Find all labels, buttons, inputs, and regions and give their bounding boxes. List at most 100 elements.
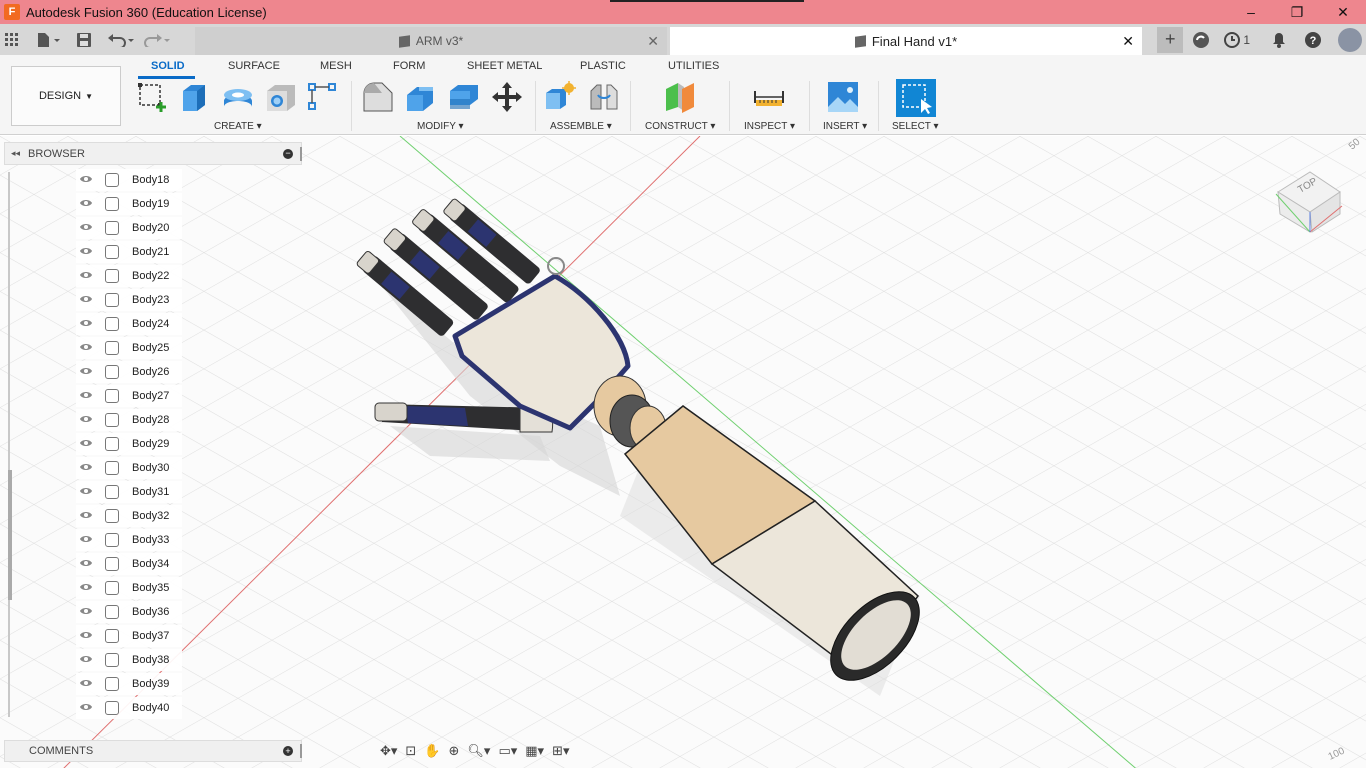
close-button[interactable]: ✕ [1320, 0, 1366, 24]
create-group-label[interactable]: CREATE ▾ [214, 121, 262, 132]
browser-item-body[interactable]: Body25 [76, 337, 182, 359]
visibility-eye-icon[interactable] [79, 365, 97, 379]
browser-scroll-track[interactable] [8, 172, 10, 717]
visibility-eye-icon[interactable] [79, 557, 97, 571]
insert-group-label[interactable]: INSERT ▾ [823, 121, 867, 132]
extensions-icon[interactable] [1192, 31, 1210, 49]
job-status-icon[interactable]: 1 [1224, 31, 1250, 48]
visibility-eye-icon[interactable] [79, 605, 97, 619]
minimize-button[interactable]: – [1228, 0, 1274, 24]
new-tab-button[interactable]: + [1157, 26, 1184, 53]
workspace-switcher[interactable]: DESIGN ▼ [11, 66, 121, 126]
visibility-eye-icon[interactable] [79, 533, 97, 547]
insert-canvas-button[interactable] [827, 81, 859, 113]
browser-item-body[interactable]: Body27 [76, 385, 182, 407]
visibility-eye-icon[interactable] [79, 461, 97, 475]
browser-item-body[interactable]: Body32 [76, 505, 182, 527]
tab-mesh[interactable]: MESH [320, 60, 352, 72]
modify-group-label[interactable]: MODIFY ▾ [417, 121, 464, 132]
visibility-eye-icon[interactable] [79, 293, 97, 307]
orbit-move-icon[interactable]: ✥▾ [380, 743, 397, 759]
tab-solid[interactable]: SOLID [151, 60, 185, 72]
fit-zoom-icon[interactable]: 🔍︎▾ [467, 743, 490, 759]
look-at-icon[interactable]: ⊡ [405, 743, 416, 759]
browser-item-body[interactable]: Body26 [76, 361, 182, 383]
visibility-eye-icon[interactable] [79, 677, 97, 691]
tab-plastic[interactable]: PLASTIC [580, 60, 626, 72]
zoom-icon[interactable]: ⊕ [449, 743, 460, 759]
visibility-eye-icon[interactable] [79, 701, 97, 715]
move-copy-button[interactable] [491, 81, 523, 113]
pan-hand-icon[interactable]: ✋ [424, 743, 440, 759]
select-button[interactable] [896, 79, 936, 117]
add-comment-icon[interactable]: + [283, 746, 293, 756]
visibility-eye-icon[interactable] [79, 269, 97, 283]
visibility-eye-icon[interactable] [79, 485, 97, 499]
browser-item-body[interactable]: Body37 [76, 625, 182, 647]
visibility-eye-icon[interactable] [79, 413, 97, 427]
visibility-eye-icon[interactable] [79, 389, 97, 403]
browser-minus-icon[interactable]: − [283, 148, 293, 159]
visibility-eye-icon[interactable] [79, 221, 97, 235]
browser-item-body[interactable]: Body31 [76, 481, 182, 503]
tab-utilities[interactable]: UTILITIES [668, 60, 719, 72]
fillet-button[interactable] [405, 81, 437, 113]
comments-panel-header[interactable]: COMMENTS + [4, 740, 302, 762]
tab-close-icon[interactable]: ✕ [1122, 33, 1134, 50]
browser-item-body[interactable]: Body38 [76, 649, 182, 671]
browser-item-body[interactable]: Body24 [76, 313, 182, 335]
construct-group-label[interactable]: CONSTRUCT ▾ [645, 121, 715, 132]
browser-item-body[interactable]: Body19 [76, 193, 182, 215]
canvas-viewport[interactable]: TOP 50 100 [0, 136, 1366, 768]
visibility-eye-icon[interactable] [79, 245, 97, 259]
grid-settings-icon[interactable]: ▦▾ [525, 743, 544, 759]
browser-item-body[interactable]: Body21 [76, 241, 182, 263]
browser-panel-header[interactable]: ◂◂ BROWSER − [4, 142, 302, 165]
browser-item-body[interactable]: Body30 [76, 457, 182, 479]
file-menu-icon[interactable] [32, 32, 68, 47]
assemble-group-label[interactable]: ASSEMBLE ▾ [550, 121, 612, 132]
visibility-eye-icon[interactable] [79, 341, 97, 355]
browser-item-body[interactable]: Body33 [76, 529, 182, 551]
joint-button[interactable] [588, 81, 620, 113]
tab-close-icon[interactable]: ✕ [647, 33, 659, 50]
visibility-eye-icon[interactable] [79, 581, 97, 595]
maximize-button[interactable]: ❐ [1274, 0, 1320, 24]
browser-item-body[interactable]: Body22 [76, 265, 182, 287]
tab-arm-v3[interactable]: ARM v3* ✕ [195, 27, 667, 55]
select-group-label[interactable]: SELECT ▾ [892, 121, 939, 132]
browser-item-body[interactable]: Body18 [76, 169, 182, 191]
visibility-eye-icon[interactable] [79, 653, 97, 667]
panel-grip-icon[interactable] [300, 744, 302, 758]
help-icon[interactable]: ? [1304, 31, 1322, 49]
browser-item-body[interactable]: Body28 [76, 409, 182, 431]
inspect-group-label[interactable]: INSPECT ▾ [744, 121, 795, 132]
visibility-eye-icon[interactable] [79, 629, 97, 643]
visibility-eye-icon[interactable] [79, 317, 97, 331]
save-icon[interactable] [72, 32, 96, 47]
pattern-button[interactable] [307, 81, 339, 113]
visibility-eye-icon[interactable] [79, 509, 97, 523]
user-avatar[interactable] [1338, 27, 1362, 52]
browser-item-body[interactable]: Body40 [76, 697, 182, 719]
visibility-eye-icon[interactable] [79, 197, 97, 211]
browser-item-body[interactable]: Body34 [76, 553, 182, 575]
hole-button[interactable] [265, 81, 297, 113]
tab-form[interactable]: FORM [393, 60, 425, 72]
collapse-panel-icon[interactable]: ◂◂ [11, 148, 20, 159]
revolve-button[interactable] [222, 81, 254, 113]
display-settings-icon[interactable]: ▭▾ [498, 743, 517, 759]
tab-sheet-metal[interactable]: SHEET METAL [467, 60, 542, 72]
panel-grip-icon[interactable] [300, 146, 302, 161]
undo-icon[interactable] [104, 33, 140, 47]
browser-item-body[interactable]: Body29 [76, 433, 182, 455]
browser-scroll-thumb[interactable] [8, 470, 12, 600]
new-component-button[interactable] [545, 81, 577, 113]
measure-button[interactable] [753, 81, 785, 113]
browser-item-body[interactable]: Body20 [76, 217, 182, 239]
data-panel-grid-icon[interactable] [0, 32, 24, 47]
offset-plane-button[interactable] [664, 81, 696, 113]
redo-icon[interactable] [140, 33, 176, 47]
notifications-bell-icon[interactable] [1272, 32, 1286, 48]
extrude-button[interactable] [179, 81, 211, 113]
